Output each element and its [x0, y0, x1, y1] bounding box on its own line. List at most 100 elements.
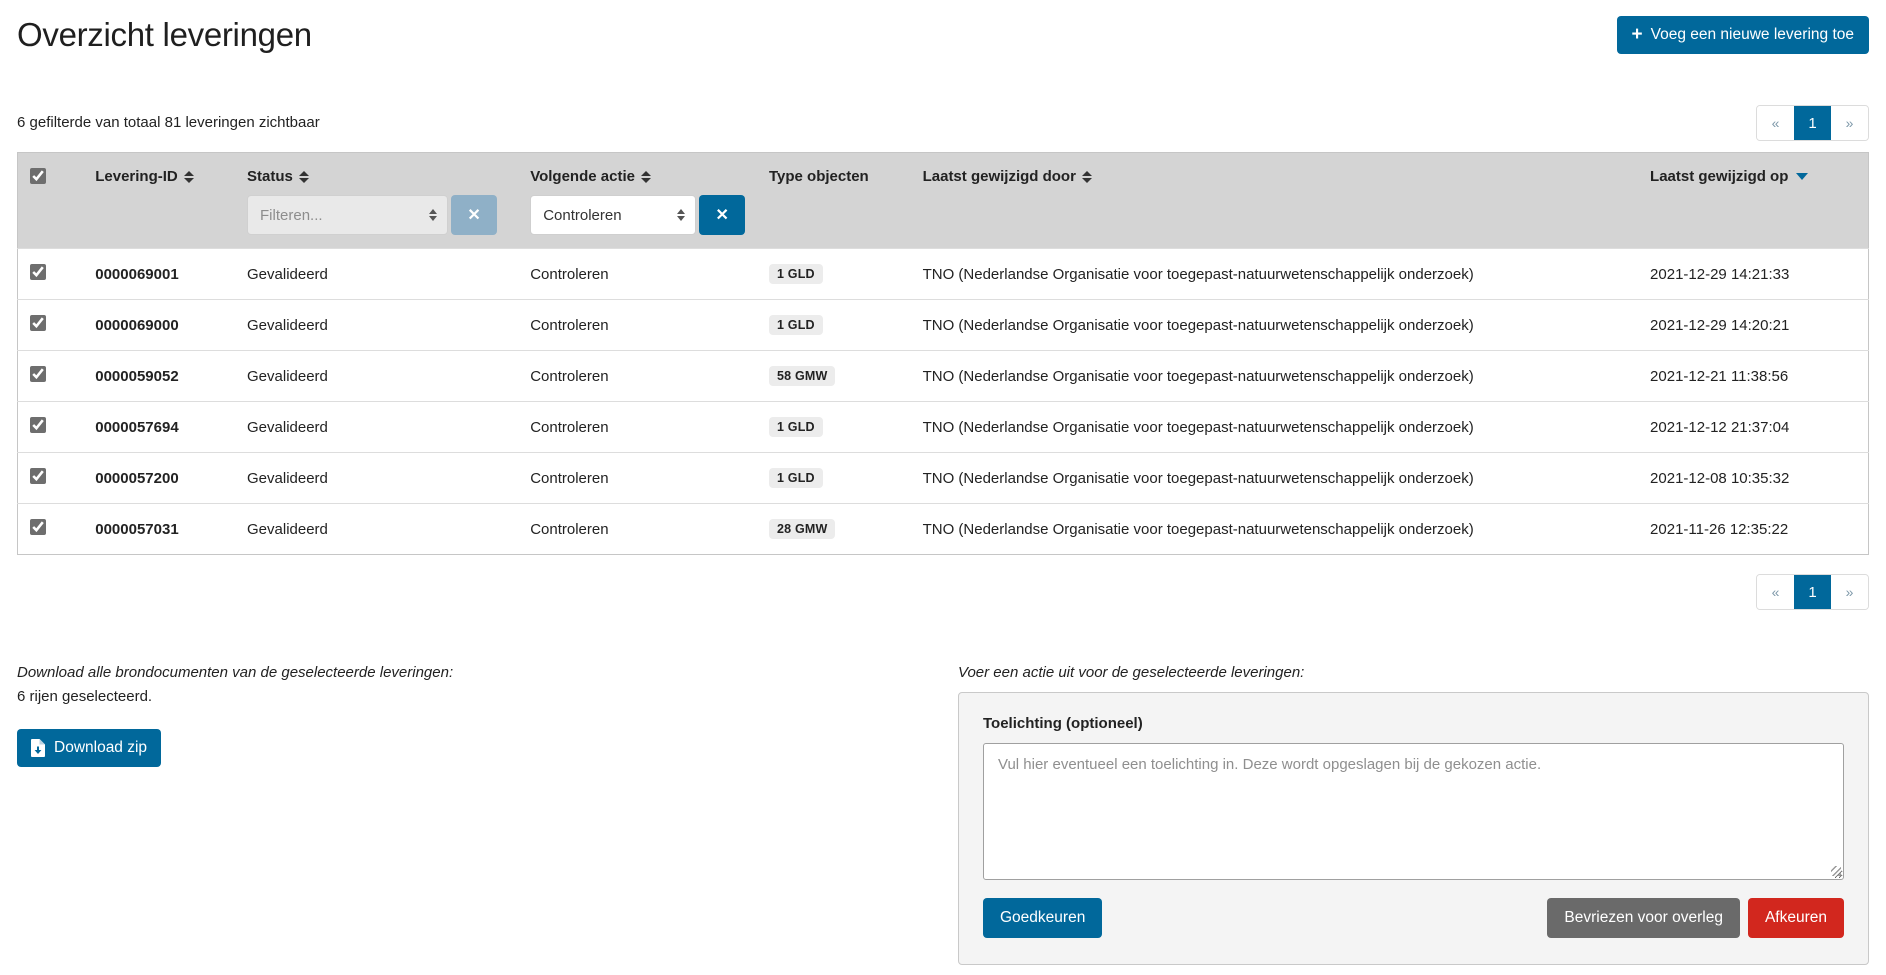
- pager: « 1 »: [1756, 105, 1869, 141]
- row-checkbox-cell: [18, 249, 96, 300]
- plus-icon: +: [1632, 28, 1643, 42]
- pagination-prev-button[interactable]: «: [1757, 575, 1794, 609]
- status-filter-placeholder: Filteren...: [260, 207, 323, 224]
- volgende-actie-filter-value: Controleren: [543, 207, 621, 224]
- cell-volgende-actie: Controleren: [530, 402, 769, 453]
- cell-status: Gevalideerd: [247, 504, 530, 555]
- header-type-objecten-label: Type objecten: [769, 168, 869, 185]
- sort-laatst-gewijzigd-door[interactable]: Laatst gewijzigd door: [923, 168, 1092, 185]
- filter-summary: 6 gefilterde van totaal 81 leveringen zi…: [17, 114, 320, 131]
- cell-type-objecten: 1 GLD: [769, 249, 923, 300]
- status-filter-row: Filteren... ✕: [247, 195, 530, 235]
- pagination-prev-button[interactable]: «: [1757, 106, 1794, 140]
- cell-laatst-gewijzigd-door: TNO (Nederlandse Organisatie voor toegep…: [923, 453, 1650, 504]
- selected-count: 6 rijen geselecteerd.: [17, 688, 958, 705]
- afkeuren-button[interactable]: Afkeuren: [1748, 898, 1844, 938]
- select-updown-icon: [429, 209, 437, 221]
- pagination-page-1[interactable]: 1: [1794, 575, 1831, 609]
- leveringen-table: Levering-ID Status Filteren... ✕: [17, 152, 1869, 555]
- action-buttons-row: Goedkeuren Bevriezen voor overleg Afkeur…: [983, 898, 1844, 938]
- row-checkbox[interactable]: [30, 519, 46, 535]
- type-objecten-badge: 1 GLD: [769, 417, 823, 437]
- cell-laatst-gewijzigd-door: TNO (Nederlandse Organisatie voor toegep…: [923, 300, 1650, 351]
- header-checkbox-cell: [18, 153, 96, 249]
- goedkeuren-button[interactable]: Goedkeuren: [983, 898, 1102, 938]
- sort-levering-id[interactable]: Levering-ID: [95, 168, 194, 185]
- header-laatst-gewijzigd-door-label: Laatst gewijzigd door: [923, 168, 1076, 185]
- cell-laatst-gewijzigd-op: 2021-12-08 10:35:32: [1650, 453, 1868, 504]
- table-row[interactable]: 0000069000 Gevalideerd Controleren 1 GLD…: [18, 300, 1869, 351]
- sort-status[interactable]: Status: [247, 168, 309, 185]
- sort-desc-icon: [1796, 173, 1808, 180]
- sort-laatst-gewijzigd-op[interactable]: Laatst gewijzigd op: [1650, 168, 1808, 185]
- cell-type-objecten: 1 GLD: [769, 300, 923, 351]
- pagination-bottom: « 1 »: [17, 574, 1869, 610]
- cell-type-objecten: 1 GLD: [769, 453, 923, 504]
- page-title: Overzicht leveringen: [17, 16, 312, 54]
- table-body: 0000069001 Gevalideerd Controleren 1 GLD…: [18, 249, 1869, 555]
- add-levering-label: Voeg een nieuwe levering toe: [1651, 26, 1854, 44]
- overzicht-leveringen-page: Overzicht leveringen + Voeg een nieuwe l…: [0, 0, 1886, 965]
- bevriezen-button[interactable]: Bevriezen voor overleg: [1547, 898, 1740, 938]
- table-row[interactable]: 0000057694 Gevalideerd Controleren 1 GLD…: [18, 402, 1869, 453]
- pagination-next-button[interactable]: »: [1831, 106, 1868, 140]
- header-status-label: Status: [247, 168, 293, 185]
- cell-levering-id: 0000069001: [95, 249, 247, 300]
- status-filter-select[interactable]: Filteren...: [247, 195, 448, 235]
- pagination-next-button[interactable]: »: [1831, 575, 1868, 609]
- cell-levering-id: 0000057031: [95, 504, 247, 555]
- meta-row: 6 gefilterde van totaal 81 leveringen zi…: [17, 54, 1869, 152]
- row-checkbox-cell: [18, 351, 96, 402]
- volgende-actie-filter-row: Controleren ✕: [530, 195, 769, 235]
- download-intro: Download alle brondocumenten van de gese…: [17, 664, 958, 681]
- sort-icon: [641, 171, 651, 183]
- header-status: Status Filteren... ✕: [247, 153, 530, 249]
- cell-laatst-gewijzigd-op: 2021-12-29 14:21:33: [1650, 249, 1868, 300]
- table-header-row: Levering-ID Status Filteren... ✕: [18, 153, 1869, 249]
- volgende-actie-filter-clear-button[interactable]: ✕: [699, 195, 745, 235]
- cell-type-objecten: 28 GMW: [769, 504, 923, 555]
- row-checkbox[interactable]: [30, 417, 46, 433]
- type-objecten-badge: 28 GMW: [769, 519, 836, 539]
- sort-icon: [1082, 171, 1092, 183]
- status-filter-clear-button[interactable]: ✕: [451, 195, 497, 235]
- header-laatst-gewijzigd-op-label: Laatst gewijzigd op: [1650, 168, 1788, 185]
- row-checkbox[interactable]: [30, 468, 46, 484]
- volgende-actie-filter-select[interactable]: Controleren: [530, 195, 696, 235]
- row-checkbox[interactable]: [30, 264, 46, 280]
- sort-icon: [299, 171, 309, 183]
- table-row[interactable]: 0000057031 Gevalideerd Controleren 28 GM…: [18, 504, 1869, 555]
- cell-levering-id: 0000057200: [95, 453, 247, 504]
- type-objecten-badge: 1 GLD: [769, 264, 823, 284]
- download-zip-button[interactable]: Download zip: [17, 729, 161, 767]
- toelichting-wrapper: [983, 743, 1844, 880]
- download-file-icon: [31, 739, 45, 757]
- table-row[interactable]: 0000057200 Gevalideerd Controleren 1 GLD…: [18, 453, 1869, 504]
- sort-volgende-actie[interactable]: Volgende actie: [530, 168, 651, 185]
- row-checkbox[interactable]: [30, 366, 46, 382]
- pager: « 1 »: [1756, 574, 1869, 610]
- cell-volgende-actie: Controleren: [530, 504, 769, 555]
- pagination-page-1[interactable]: 1: [1794, 106, 1831, 140]
- download-zip-label: Download zip: [54, 739, 147, 757]
- sort-icon: [184, 171, 194, 183]
- cell-status: Gevalideerd: [247, 351, 530, 402]
- header-volgende-actie-label: Volgende actie: [530, 168, 635, 185]
- add-levering-button[interactable]: + Voeg een nieuwe levering toe: [1617, 16, 1870, 54]
- footer: Download alle brondocumenten van de gese…: [17, 664, 1869, 965]
- action-panel: Toelichting (optioneel) Goedkeuren Bevri…: [958, 692, 1869, 965]
- toelichting-textarea[interactable]: [983, 743, 1844, 880]
- cell-type-objecten: 58 GMW: [769, 351, 923, 402]
- select-all-checkbox[interactable]: [30, 168, 46, 184]
- cell-levering-id: 0000057694: [95, 402, 247, 453]
- cell-laatst-gewijzigd-door: TNO (Nederlandse Organisatie voor toegep…: [923, 504, 1650, 555]
- row-checkbox[interactable]: [30, 315, 46, 331]
- cell-levering-id: 0000069000: [95, 300, 247, 351]
- header-laatst-gewijzigd-door: Laatst gewijzigd door: [923, 153, 1650, 249]
- cell-laatst-gewijzigd-op: 2021-12-29 14:20:21: [1650, 300, 1868, 351]
- cell-levering-id: 0000059052: [95, 351, 247, 402]
- cell-volgende-actie: Controleren: [530, 300, 769, 351]
- table-row[interactable]: 0000069001 Gevalideerd Controleren 1 GLD…: [18, 249, 1869, 300]
- cell-status: Gevalideerd: [247, 300, 530, 351]
- table-row[interactable]: 0000059052 Gevalideerd Controleren 58 GM…: [18, 351, 1869, 402]
